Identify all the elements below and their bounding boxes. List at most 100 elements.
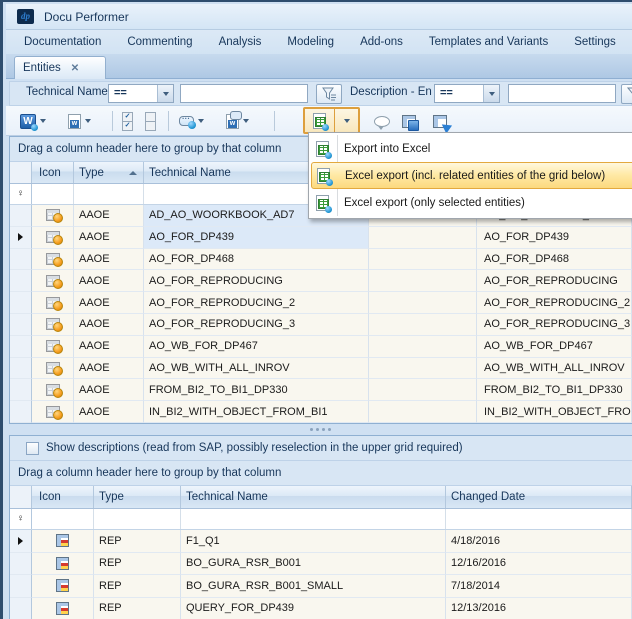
analysis-workbook-icon: [46, 253, 60, 265]
table-row[interactable]: AAOE AO_FOR_DP439 AO_FOR_DP439: [10, 227, 632, 249]
report-icon: [56, 602, 69, 615]
app-window: dp Docu Performer Documentation Commenti…: [0, 0, 632, 619]
export-word-icon[interactable]: [20, 114, 36, 129]
menu-documentation[interactable]: Documentation: [11, 30, 114, 54]
menu-templates-and-variants[interactable]: Templates and Variants: [416, 30, 561, 54]
operator-value: ==: [109, 85, 157, 102]
table-row[interactable]: AAOE AO_WB_WITH_ALL_INROV AO_WB_WITH_ALL…: [10, 358, 632, 380]
description-filter-button[interactable]: [621, 84, 632, 104]
column-header-technical-name[interactable]: Technical Name: [181, 486, 446, 508]
menu-bar: Documentation Commenting Analysis Modeli…: [6, 30, 632, 54]
row-indicator-header: [10, 162, 32, 183]
focused-row-icon: [18, 233, 23, 241]
technical-name-operator-combo[interactable]: ==: [108, 84, 174, 103]
table-row[interactable]: AAOE AO_FOR_REPRODUCING_2 AO_FOR_REPRODU…: [10, 292, 632, 314]
filter-cell[interactable]: [94, 509, 181, 529]
check-all-icon[interactable]: [122, 112, 133, 131]
menu-item-excel-export-related[interactable]: Excel export (incl. related entities of …: [311, 162, 632, 189]
menu-commenting[interactable]: Commenting: [114, 30, 205, 54]
table-row[interactable]: REP BO_GURA_RSR_B001 12/16/2016: [10, 553, 632, 576]
table-row[interactable]: REP F1_Q1 4/18/2016: [10, 530, 632, 553]
table-row[interactable]: AAOE AO_FOR_DP468 AO_FOR_DP468: [10, 249, 632, 271]
menu-item-label: Export into Excel: [344, 143, 430, 155]
window-title: Docu Performer: [44, 10, 129, 24]
show-descriptions-label[interactable]: Show descriptions (read from SAP, possib…: [46, 442, 463, 454]
table-row[interactable]: AAOE IN_BI2_WITH_OBJECT_FROM_BI1 IN_BI2_…: [10, 401, 632, 423]
tab-entities[interactable]: Entities ✕: [14, 56, 106, 79]
technical-name-filter-button[interactable]: [316, 84, 342, 104]
chevron-down-icon[interactable]: [198, 119, 204, 123]
chevron-down-icon[interactable]: [483, 85, 499, 102]
auto-filter-row[interactable]: ♀: [10, 509, 632, 530]
operator-value: ==: [435, 85, 483, 102]
menu-item-export-into-excel[interactable]: Export into Excel: [311, 135, 632, 162]
table-row[interactable]: AAOE AO_FOR_REPRODUCING_3 AO_FOR_REPRODU…: [10, 314, 632, 336]
column-header-label: Type: [79, 167, 104, 179]
filter-cell[interactable]: [32, 184, 74, 204]
filter-cell[interactable]: [181, 509, 446, 529]
analysis-workbook-icon: [46, 406, 60, 418]
column-header-type[interactable]: Type: [94, 486, 181, 508]
excel-export-icon[interactable]: [305, 109, 335, 132]
excel-file-icon: [316, 195, 329, 211]
comment-document-icon[interactable]: [226, 114, 239, 129]
funnel-lines-icon: [322, 87, 337, 101]
group-by-panel[interactable]: Drag a column header here to group by th…: [10, 461, 632, 486]
column-header-icon[interactable]: Icon: [32, 486, 94, 508]
comment-bubble-icon[interactable]: [374, 116, 390, 127]
export-table-icon[interactable]: [433, 115, 447, 128]
related-entities-grid: Show descriptions (read from SAP, possib…: [9, 435, 632, 619]
sort-ascending-icon: [129, 171, 137, 175]
tab-close-icon[interactable]: ✕: [71, 63, 79, 74]
excel-export-split-button[interactable]: [303, 107, 360, 134]
analysis-workbook-icon: [46, 297, 60, 309]
analysis-workbook-icon: [46, 318, 60, 330]
technical-name-filter-label: Technical Name: [26, 86, 108, 98]
app-logo-icon: dp: [17, 9, 34, 24]
column-header-type[interactable]: Type: [74, 162, 144, 183]
table-row[interactable]: AAOE AO_WB_FOR_DP467 AO_WB_FOR_DP467: [10, 336, 632, 358]
filter-pin-icon: ♀: [17, 514, 25, 524]
filter-cell[interactable]: [446, 509, 632, 529]
description-filter-label: Description - En: [350, 86, 432, 98]
column-header-changed-date[interactable]: Changed Date: [446, 486, 632, 508]
menu-analysis[interactable]: Analysis: [206, 30, 275, 54]
title-bar: dp Docu Performer: [6, 4, 632, 30]
analysis-workbook-icon: [46, 231, 60, 243]
show-descriptions-row: Show descriptions (read from SAP, possib…: [10, 436, 632, 461]
filter-cell[interactable]: [74, 184, 144, 204]
analysis-workbook-icon: [46, 275, 60, 287]
table-row[interactable]: REP QUERY_FOR_DP439 12/13/2016: [10, 598, 632, 619]
filter-panel: Technical Name == Description - En ==: [9, 81, 632, 106]
word-template-icon[interactable]: [68, 114, 81, 129]
menu-add-ons[interactable]: Add-ons: [347, 30, 416, 54]
menu-modeling[interactable]: Modeling: [274, 30, 347, 54]
funnel-icon: [627, 87, 632, 101]
show-descriptions-checkbox[interactable]: [26, 442, 39, 455]
filter-cell[interactable]: [32, 509, 94, 529]
excel-export-menu: Export into Excel Excel export (incl. re…: [308, 132, 632, 219]
chevron-down-icon[interactable]: [85, 119, 91, 123]
splitter-handle[interactable]: [9, 424, 632, 435]
table-row[interactable]: AAOE FROM_BI2_TO_BI1_DP330 FROM_BI2_TO_B…: [10, 379, 632, 401]
technical-name-filter-input[interactable]: [180, 84, 308, 103]
excel-export-dropdown[interactable]: [335, 109, 358, 132]
table-row[interactable]: REP BO_GURA_RSR_B001_SMALL 7/18/2014: [10, 575, 632, 598]
uncheck-all-icon[interactable]: [145, 112, 156, 131]
tab-label: Entities: [23, 62, 61, 74]
chevron-down-icon[interactable]: [40, 119, 46, 123]
add-comment-icon[interactable]: [179, 116, 194, 126]
description-filter-input[interactable]: [508, 84, 616, 103]
table-row[interactable]: AAOE AO_FOR_REPRODUCING AO_FOR_REPRODUCI…: [10, 270, 632, 292]
chevron-down-icon[interactable]: [243, 119, 249, 123]
menu-item-excel-export-selected[interactable]: Excel export (only selected entities): [311, 189, 632, 216]
description-operator-combo[interactable]: ==: [434, 84, 500, 103]
report-icon: [56, 557, 69, 570]
header-row: Icon Type Technical Name Changed Date: [10, 486, 632, 509]
column-header-icon[interactable]: Icon: [32, 162, 74, 183]
chevron-down-icon[interactable]: [157, 85, 173, 102]
menu-item-label: Excel export (only selected entities): [344, 197, 525, 209]
save-table-layout-icon[interactable]: [402, 115, 416, 128]
menu-item-label: Excel export (incl. related entities of …: [345, 170, 605, 182]
menu-settings[interactable]: Settings: [561, 30, 629, 54]
